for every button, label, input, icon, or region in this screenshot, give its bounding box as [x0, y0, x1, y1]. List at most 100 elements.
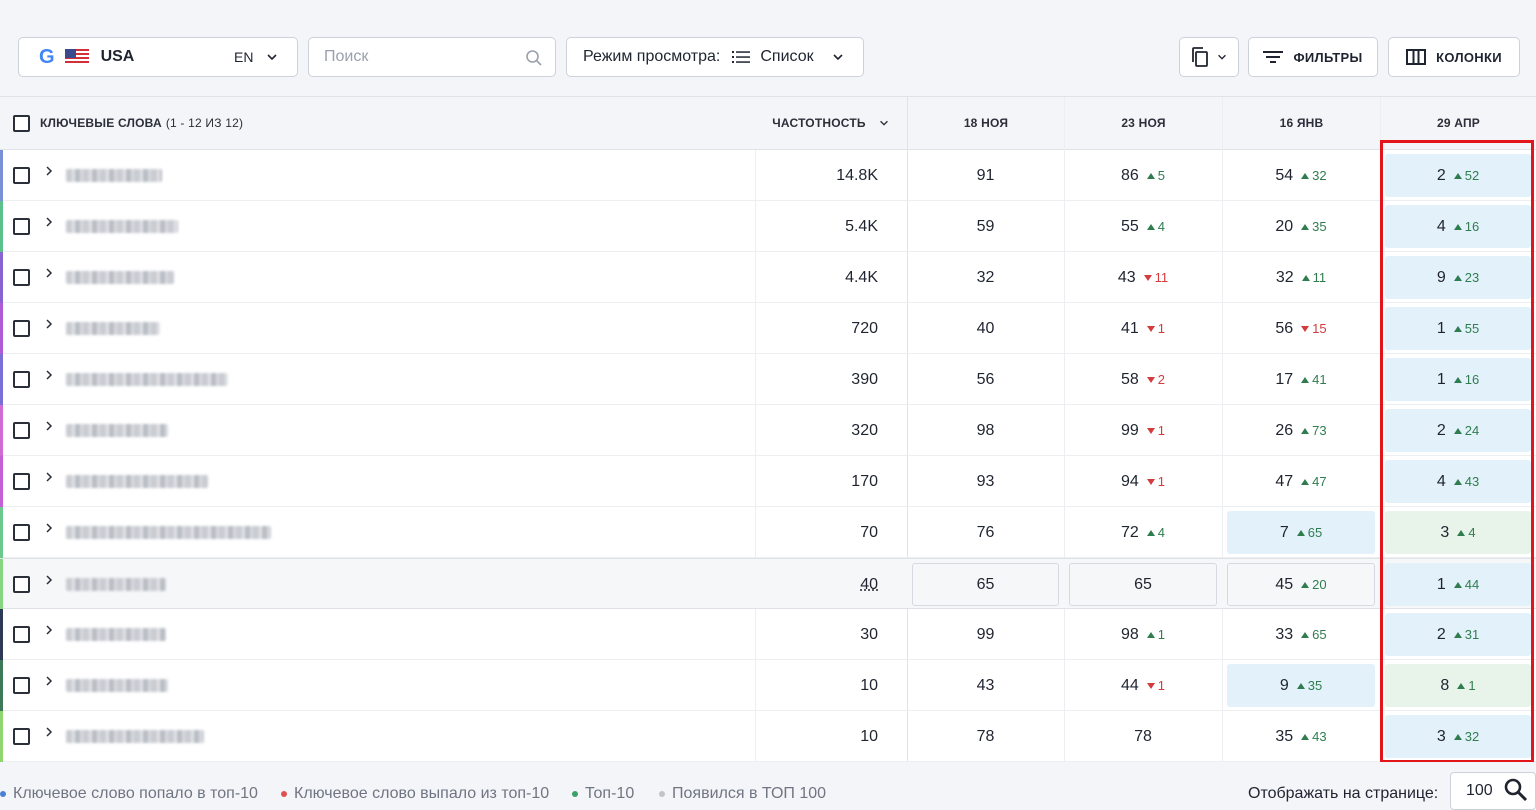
expand-chevron-icon[interactable] — [44, 164, 54, 180]
position-cell[interactable]: 26 73 — [1222, 405, 1380, 456]
keyword-text-blurred[interactable] — [66, 679, 168, 692]
table-row[interactable]: 14.8K 91 86 5 54 32 2 52 — [0, 150, 1536, 201]
row-checkbox[interactable] — [13, 422, 30, 439]
select-all-checkbox[interactable] — [13, 114, 30, 132]
position-cell[interactable]: 3 32 — [1380, 711, 1536, 762]
search-field[interactable] — [308, 37, 556, 77]
position-cell[interactable]: 65 — [1064, 559, 1222, 610]
row-checkbox[interactable] — [13, 626, 30, 643]
expand-chevron-icon[interactable] — [44, 521, 54, 537]
position-cell[interactable]: 17 41 — [1222, 354, 1380, 405]
position-cell[interactable]: 41 1 — [1064, 303, 1222, 354]
table-row[interactable]: 5.4K 59 55 4 20 35 4 16 — [0, 201, 1536, 252]
expand-chevron-icon[interactable] — [44, 470, 54, 486]
position-cell[interactable]: 99 — [907, 609, 1064, 660]
keyword-text-blurred[interactable] — [66, 628, 166, 641]
row-checkbox[interactable] — [13, 167, 30, 184]
position-cell[interactable]: 65 — [907, 559, 1064, 610]
position-cell[interactable]: 2 24 — [1380, 405, 1536, 456]
position-cell[interactable]: 78 — [1064, 711, 1222, 762]
position-cell[interactable]: 98 1 — [1064, 609, 1222, 660]
position-cell[interactable]: 59 — [907, 201, 1064, 252]
position-cell[interactable]: 55 4 — [1064, 201, 1222, 252]
expand-chevron-icon[interactable] — [44, 317, 54, 333]
expand-chevron-icon[interactable] — [44, 725, 54, 741]
position-cell[interactable]: 78 — [907, 711, 1064, 762]
expand-chevron-icon[interactable] — [44, 419, 54, 435]
date-column-header[interactable]: 16 ЯНВ — [1222, 97, 1380, 149]
table-row[interactable]: 720 40 41 1 56 15 1 55 — [0, 303, 1536, 354]
position-cell[interactable]: 58 2 — [1064, 354, 1222, 405]
position-cell[interactable]: 33 65 — [1222, 609, 1380, 660]
keyword-text-blurred[interactable] — [66, 169, 162, 182]
position-cell[interactable]: 81 — [1380, 660, 1536, 711]
position-cell[interactable]: 1 16 — [1380, 354, 1536, 405]
position-cell[interactable]: 2 31 — [1380, 609, 1536, 660]
row-checkbox[interactable] — [13, 371, 30, 388]
table-row[interactable]: 390 56 58 2 17 41 1 16 — [0, 354, 1536, 405]
position-cell[interactable]: 54 32 — [1222, 150, 1380, 201]
filters-button[interactable]: ФИЛЬТРЫ — [1248, 37, 1378, 77]
expand-chevron-icon[interactable] — [44, 215, 54, 231]
expand-chevron-icon[interactable] — [44, 674, 54, 690]
frequency-column-header[interactable]: ЧАСТОТНОСТЬ — [755, 97, 907, 149]
view-mode-select[interactable]: Режим просмотра: Список — [566, 37, 864, 77]
position-cell[interactable]: 40 — [907, 303, 1064, 354]
expand-chevron-icon[interactable] — [44, 266, 54, 282]
table-row[interactable]: 10 43 44 1 9 35 8 1 — [0, 660, 1536, 711]
row-checkbox[interactable] — [13, 269, 30, 286]
position-cell[interactable]: 56 — [907, 354, 1064, 405]
columns-button[interactable]: КОЛОНКИ — [1388, 37, 1520, 77]
per-page-select[interactable]: 100 — [1450, 772, 1536, 810]
position-cell[interactable]: 35 43 — [1222, 711, 1380, 762]
date-column-header[interactable]: 23 НОЯ — [1064, 97, 1222, 149]
search-icon[interactable] — [1503, 777, 1529, 803]
position-cell[interactable]: 20 35 — [1222, 201, 1380, 252]
keyword-text-blurred[interactable] — [66, 578, 166, 591]
position-cell[interactable]: 99 1 — [1064, 405, 1222, 456]
row-checkbox[interactable] — [13, 524, 30, 541]
position-cell[interactable]: 34 — [1380, 507, 1536, 558]
row-checkbox[interactable] — [13, 320, 30, 337]
row-checkbox[interactable] — [13, 473, 30, 490]
position-cell[interactable]: 4 16 — [1380, 201, 1536, 252]
position-cell[interactable]: 1 44 — [1380, 559, 1536, 610]
position-cell[interactable]: 91 — [907, 150, 1064, 201]
table-row[interactable]: 30 99 98 1 33 65 2 31 — [0, 609, 1536, 660]
position-cell[interactable]: 1 55 — [1380, 303, 1536, 354]
keyword-text-blurred[interactable] — [66, 271, 174, 284]
position-cell[interactable]: 43 11 — [1064, 252, 1222, 303]
position-cell[interactable]: 9 23 — [1380, 252, 1536, 303]
table-row[interactable]: 10 78 78 35 43 3 32 — [0, 711, 1536, 762]
position-cell[interactable]: 32 11 — [1222, 252, 1380, 303]
copy-button[interactable] — [1179, 37, 1239, 77]
position-cell[interactable]: 45 20 — [1222, 559, 1380, 610]
table-row[interactable]: 320 98 99 1 26 73 2 24 — [0, 405, 1536, 456]
position-cell[interactable]: 93 — [907, 456, 1064, 507]
sort-chevron-icon[interactable] — [878, 117, 890, 129]
date-column-header[interactable]: 18 НОЯ — [907, 97, 1064, 149]
position-cell[interactable]: 47 47 — [1222, 456, 1380, 507]
position-cell[interactable]: 56 15 — [1222, 303, 1380, 354]
position-cell[interactable]: 44 1 — [1064, 660, 1222, 711]
search-icon[interactable] — [525, 49, 543, 67]
position-cell[interactable]: 4 43 — [1380, 456, 1536, 507]
row-checkbox[interactable] — [13, 677, 30, 694]
keyword-text-blurred[interactable] — [66, 526, 271, 539]
expand-chevron-icon[interactable] — [44, 623, 54, 639]
row-checkbox[interactable] — [13, 728, 30, 745]
position-cell[interactable]: 9 35 — [1222, 660, 1380, 711]
row-checkbox[interactable] — [13, 218, 30, 235]
date-column-header[interactable]: 29 АПР — [1380, 97, 1536, 149]
region-select[interactable]: G USA EN — [18, 37, 298, 77]
table-row[interactable]: 70 76 72 4 7 65 3 4 — [0, 507, 1536, 558]
position-cell[interactable]: 2 52 — [1380, 150, 1536, 201]
keyword-text-blurred[interactable] — [66, 475, 208, 488]
position-cell[interactable]: 76 — [907, 507, 1064, 558]
table-row[interactable]: 4.4K 32 43 11 32 11 9 23 — [0, 252, 1536, 303]
keyword-text-blurred[interactable] — [66, 220, 178, 233]
expand-chevron-icon[interactable] — [44, 368, 54, 384]
position-cell[interactable]: 7 65 — [1222, 507, 1380, 558]
search-input[interactable] — [324, 48, 514, 66]
keyword-text-blurred[interactable] — [66, 373, 228, 386]
